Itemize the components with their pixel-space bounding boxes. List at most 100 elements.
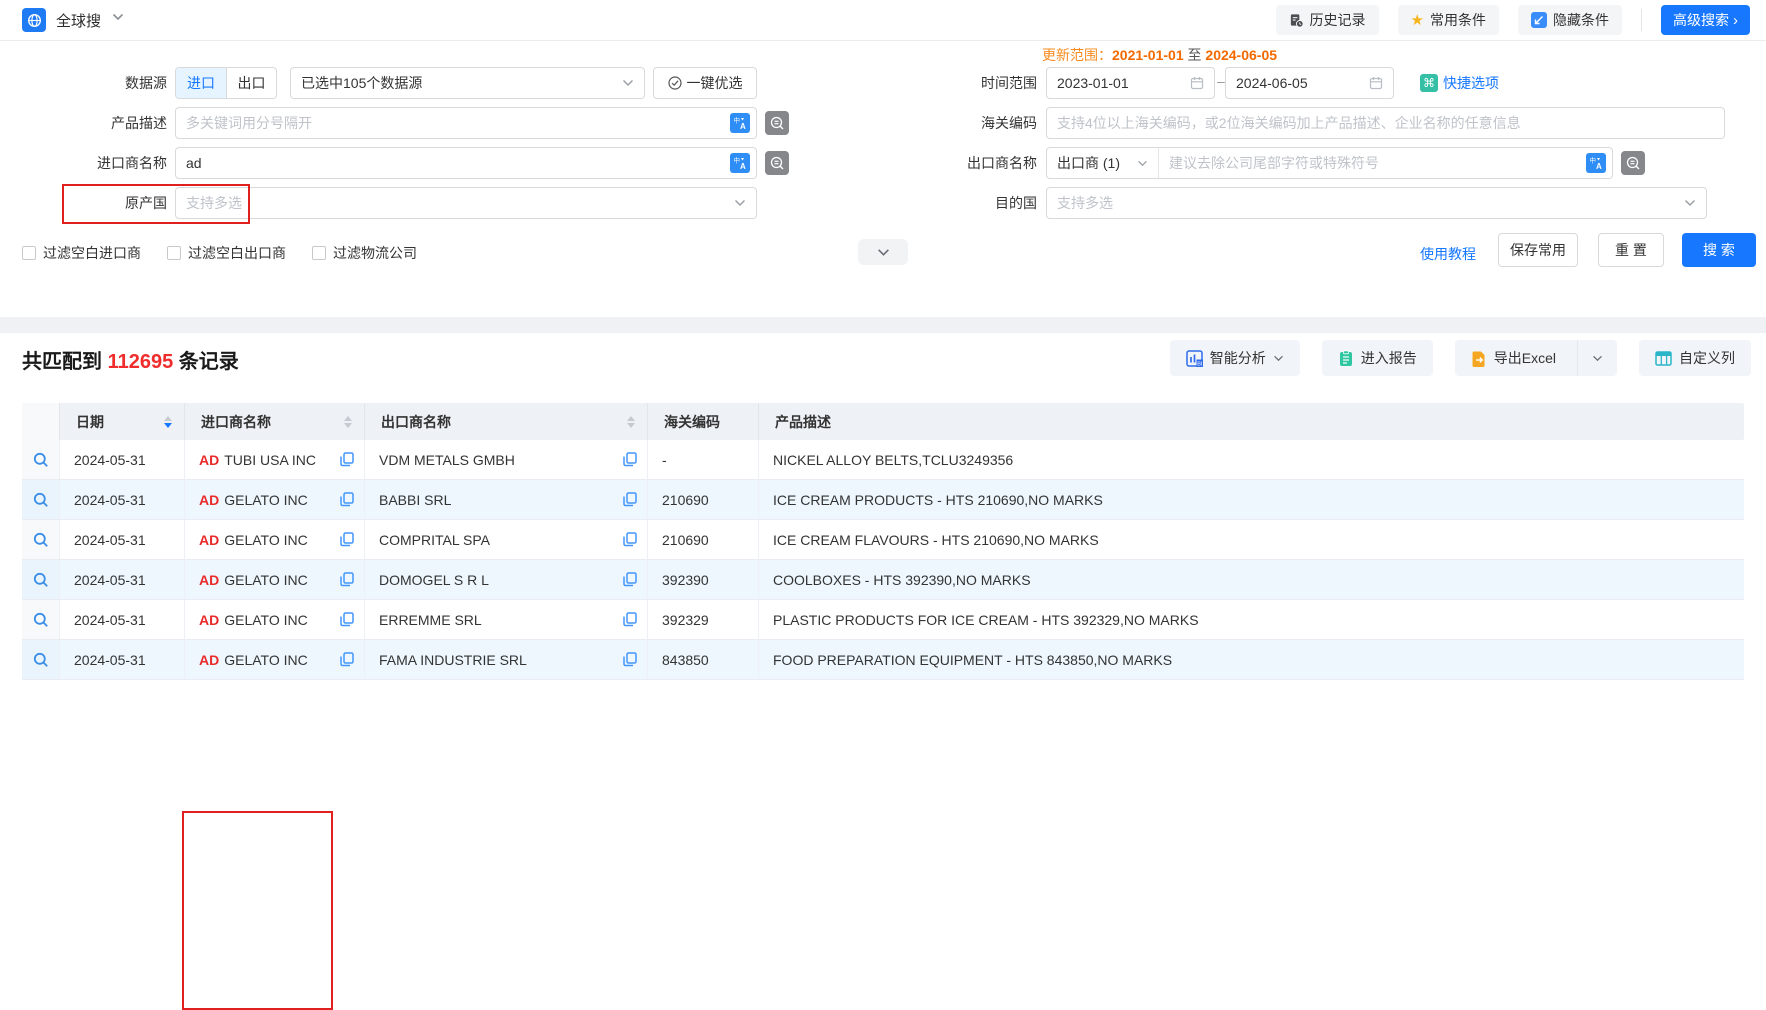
advanced-search-label: 高级搜索 (1673, 10, 1729, 30)
copy-icon[interactable] (623, 532, 637, 547)
origin-label: 原产国 (22, 187, 167, 219)
update-range: 更新范围：2021-01-01 至 2024-06-05 (1042, 45, 1277, 65)
exact-match-icon[interactable] (765, 111, 789, 135)
tab-export[interactable]: 出口 (226, 68, 276, 98)
row-detail-button[interactable] (22, 480, 60, 519)
product-desc-label: 产品描述 (22, 107, 167, 139)
copy-icon[interactable] (340, 572, 354, 587)
favorites-button[interactable]: ★ 常用条件 (1398, 5, 1499, 35)
save-common-button[interactable]: 保存常用 (1498, 233, 1578, 267)
header-importer[interactable]: 进口商名称 (185, 403, 365, 440)
hs-code-input[interactable] (1047, 108, 1724, 138)
copy-icon[interactable] (623, 452, 637, 467)
table-row[interactable]: 2024-05-31 AD GELATO INC ERREMME SRL 392… (22, 600, 1744, 640)
tutorial-link[interactable]: 使用教程 (1420, 237, 1476, 271)
collapse-form-button[interactable] (858, 239, 908, 265)
advanced-search-button[interactable]: 高级搜索 › (1661, 5, 1750, 35)
translate-icon[interactable]: 中A (1586, 153, 1606, 173)
search-icon (33, 572, 49, 588)
search-icon (33, 532, 49, 548)
exporter-field: 出口商 (1) 中A (1046, 147, 1613, 179)
hide-conditions-button[interactable]: 隐藏条件 (1518, 5, 1622, 35)
copy-icon[interactable] (340, 492, 354, 507)
one-click-optimize-label: 一键优选 (687, 73, 743, 93)
row-hs-code: - (648, 440, 759, 479)
product-desc-input[interactable] (176, 108, 730, 138)
table-row[interactable]: 2024-05-31 AD GELATO INC FAMA INDUSTRIE … (22, 640, 1744, 680)
export-excel-label: 导出Excel (1494, 348, 1556, 368)
chevron-down-icon (1684, 199, 1696, 207)
table-row[interactable]: 2024-05-31 AD TUBI USA INC VDM METALS GM… (22, 440, 1744, 480)
row-detail-button[interactable] (22, 440, 60, 479)
copy-icon[interactable] (623, 612, 637, 627)
date-start-picker[interactable]: 2023-01-01 (1046, 67, 1215, 99)
copy-icon[interactable] (340, 652, 354, 667)
importer-label: 进口商名称 (22, 147, 167, 179)
table-row[interactable]: 2024-05-31 AD GELATO INC DOMOGEL S R L 3… (22, 560, 1744, 600)
export-excel-main[interactable]: 导出Excel (1455, 340, 1570, 376)
copy-icon[interactable] (340, 612, 354, 627)
row-exporter: COMPRITAL SPA (379, 532, 490, 548)
header-product-desc: 产品描述 (759, 403, 1744, 440)
exact-match-icon[interactable] (1621, 151, 1645, 175)
row-detail-button[interactable] (22, 560, 60, 599)
exporter-type-select[interactable]: 出口商 (1) (1047, 148, 1159, 178)
row-importer: GELATO INC (224, 532, 308, 548)
sort-icon[interactable] (627, 416, 635, 428)
importer-input[interactable] (176, 148, 730, 178)
filter-blank-exporter-checkbox[interactable]: 过滤空白出口商 (167, 243, 286, 263)
origin-select[interactable]: 支持多选 (175, 187, 757, 219)
history-icon (1289, 13, 1304, 28)
translate-icon[interactable]: 中A (730, 153, 750, 173)
row-importer-highlight: AD (199, 572, 219, 588)
row-product-desc: COOLBOXES - HTS 392390,NO MARKS (759, 560, 1744, 599)
tab-import[interactable]: 进口 (176, 68, 226, 98)
destination-select[interactable]: 支持多选 (1046, 187, 1707, 219)
favorites-label: 常用条件 (1430, 10, 1486, 30)
row-product-desc: NICKEL ALLOY BELTS,TCLU3249356 (759, 440, 1744, 479)
row-importer-highlight: AD (199, 452, 219, 468)
reset-button[interactable]: 重 置 (1598, 233, 1664, 267)
quick-options-link[interactable]: ⌘ 快捷选项 (1420, 73, 1499, 93)
exporter-input[interactable] (1159, 148, 1586, 178)
chevron-down-icon (1137, 160, 1148, 167)
row-exporter: DOMOGEL S R L (379, 572, 489, 588)
translate-icon[interactable]: 中A (730, 113, 750, 133)
history-button[interactable]: 历史记录 (1276, 5, 1379, 35)
sort-icon[interactable] (164, 416, 172, 428)
section-divider (0, 317, 1766, 333)
importer-field: 中A (175, 147, 757, 179)
one-click-optimize-button[interactable]: 一键优选 (653, 67, 757, 99)
copy-icon[interactable] (340, 532, 354, 547)
copy-icon[interactable] (340, 452, 354, 467)
sort-icon[interactable] (344, 416, 352, 428)
row-detail-button[interactable] (22, 640, 60, 679)
search-button[interactable]: 搜 索 (1682, 233, 1756, 267)
row-detail-button[interactable] (22, 520, 60, 559)
result-count-number: 112695 (108, 351, 174, 373)
filter-blank-importer-checkbox[interactable]: 过滤空白进口商 (22, 243, 141, 263)
row-importer-highlight: AD (199, 532, 219, 548)
customize-columns-button[interactable]: 自定义列 (1639, 340, 1751, 376)
copy-icon[interactable] (623, 492, 637, 507)
header-date[interactable]: 日期 (60, 403, 185, 440)
chevron-down-icon[interactable] (112, 13, 124, 21)
smart-analysis-button[interactable]: BI 智能分析 (1170, 340, 1300, 376)
copy-icon[interactable] (623, 652, 637, 667)
bi-chart-icon: BI (1186, 350, 1203, 367)
data-source-label: 数据源 (22, 67, 167, 99)
date-end-picker[interactable]: 2024-06-05 (1225, 67, 1394, 99)
filter-logistics-checkbox[interactable]: 过滤物流公司 (312, 243, 417, 263)
data-source-select[interactable]: 已选中105个数据源 (290, 67, 645, 99)
enter-report-button[interactable]: 进入报告 (1322, 340, 1433, 376)
smart-analysis-label: 智能分析 (1210, 348, 1266, 368)
row-detail-button[interactable] (22, 600, 60, 639)
table-row[interactable]: 2024-05-31 AD GELATO INC COMPRITAL SPA 2… (22, 520, 1744, 560)
copy-icon[interactable] (623, 572, 637, 587)
table-row[interactable]: 2024-05-31 AD GELATO INC BABBI SRL 21069… (22, 480, 1744, 520)
export-dropdown-arrow[interactable] (1577, 340, 1617, 376)
arrow-right-icon: › (1733, 12, 1738, 29)
table-header: 日期 进口商名称 出口商名称 海关编码 产品描述 (22, 403, 1744, 440)
exact-match-icon[interactable] (765, 151, 789, 175)
header-exporter[interactable]: 出口商名称 (365, 403, 648, 440)
